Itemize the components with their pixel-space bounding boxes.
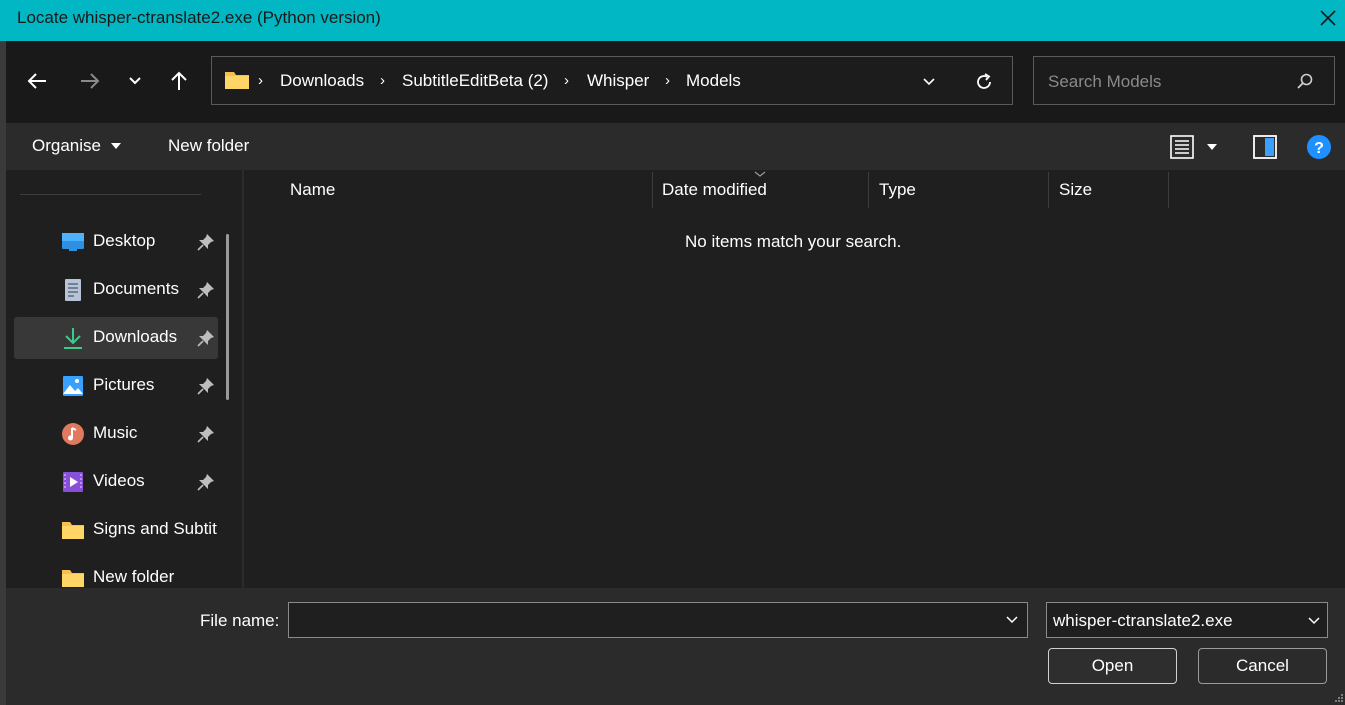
downloads-icon [64,328,82,349]
column-separator[interactable] [868,172,869,208]
pin-icon [197,330,214,347]
breadcrumb-separator: › [258,72,263,89]
column-separator[interactable] [1048,172,1049,208]
file-name-label: File name: [200,611,280,630]
sidebar-item-pictures[interactable]: Pictures [14,365,218,407]
breadcrumb-separator: › [564,72,569,89]
window-title: Locate whisper-ctranslate2.exe (Python v… [17,8,381,27]
command-bar: Organise New folder ? [6,123,1345,170]
sidebar-item-music[interactable]: Music [14,413,218,455]
address-bar[interactable]: › Downloads › SubtitleEditBeta (2) › Whi… [211,56,1013,105]
column-header-type[interactable]: Type [879,180,916,200]
breadcrumb-models[interactable]: Models [686,71,741,91]
arrow-right-icon [81,73,100,89]
sidebar-item-label: Music [93,423,138,442]
pictures-icon [63,376,83,396]
sidebar-item-documents[interactable]: Documents [14,269,218,311]
organise-button[interactable]: Organise [32,136,122,156]
up-button[interactable] [165,66,193,96]
folder-icon [62,570,84,587]
help-button[interactable]: ? [1305,133,1333,161]
svg-text:?: ? [1314,140,1324,157]
close-button[interactable] [1310,0,1345,36]
new-folder-button[interactable]: New folder [168,136,249,156]
sidebar-item-signs-and-subtitles[interactable]: Signs and Subtit [14,509,218,551]
search-box [1033,56,1335,105]
close-icon [1319,10,1336,26]
column-header-name[interactable]: Name [290,180,335,200]
breadcrumb-separator: › [665,72,670,89]
column-separator[interactable] [1168,172,1169,208]
folder-icon [225,72,249,89]
search-input[interactable] [1046,69,1290,95]
column-header-date-modified[interactable]: Date modified [662,180,767,200]
folder-icon [62,522,84,539]
caret-down-icon [110,143,121,149]
pin-icon [197,474,214,491]
chevron-down-icon [129,77,141,85]
sidebar-item-label: Pictures [93,375,155,394]
arrow-left-icon [27,73,46,89]
help-icon: ? [1307,135,1331,159]
organise-label: Organise [32,136,101,155]
sidebar-item-label: Downloads [93,327,178,346]
sidebar-scrollbar[interactable] [226,234,229,400]
column-header-size[interactable]: Size [1059,180,1092,200]
recent-locations-button[interactable] [122,66,148,96]
sidebar-item-label: Signs and Subtit [93,519,217,538]
documents-icon [65,279,81,301]
breadcrumb-subtitleeditbeta[interactable]: SubtitleEditBeta (2) [402,71,548,91]
file-name-dropdown-button[interactable] [1001,609,1023,631]
sidebar-item-downloads[interactable]: Downloads [14,317,218,359]
sidebar-item-label: Videos [93,471,145,490]
view-dropdown-button[interactable] [1203,135,1221,159]
view-options-button[interactable] [1166,133,1198,161]
pin-icon [197,282,214,299]
file-type-select[interactable]: whisper-ctranslate2.exe [1046,602,1328,638]
sidebar-item-label: Documents [93,279,179,298]
sort-indicator-icon [754,171,766,177]
caret-down-icon [1207,144,1217,150]
pin-icon [197,426,214,443]
file-name-combobox [288,602,1028,638]
resize-grip-icon[interactable] [1333,692,1344,703]
preview-pane-icon [1253,135,1277,159]
chevron-down-icon [1308,617,1320,625]
breadcrumb-separator: › [380,72,385,89]
sidebar-item-label: Desktop [93,231,156,250]
address-history-button[interactable] [916,69,942,95]
cancel-button[interactable]: Cancel [1198,648,1327,684]
file-name-input[interactable] [295,609,989,633]
file-type-value: whisper-ctranslate2.exe [1053,611,1233,630]
preview-pane-button[interactable] [1251,133,1279,161]
back-button[interactable] [22,66,52,96]
sidebar-item-new-folder[interactable]: New folder [14,557,218,588]
search-icon [1297,73,1313,89]
chevron-down-icon [1006,616,1018,624]
chevron-down-icon [923,78,935,86]
details-view-icon [1170,135,1194,159]
empty-state-message: No items match your search. [685,232,902,251]
sidebar-divider [20,194,201,195]
refresh-icon [977,73,991,89]
navigation-pane: Desktop Documents Downloads Pictures Mus… [6,170,242,588]
sidebar-item-videos[interactable]: Videos [14,461,218,503]
refresh-button[interactable] [970,68,998,96]
music-icon [62,423,84,445]
sidebar-item-label: New folder [93,567,175,586]
pin-icon [197,378,214,395]
column-separator[interactable] [652,172,653,208]
videos-icon [63,472,83,492]
pin-icon [197,234,214,251]
breadcrumb-whisper[interactable]: Whisper [587,71,649,91]
open-button[interactable]: Open [1048,648,1177,684]
arrow-up-icon [171,71,187,90]
forward-button[interactable] [75,66,105,96]
breadcrumb-downloads[interactable]: Downloads [280,71,364,91]
sidebar-item-desktop[interactable]: Desktop [14,221,218,263]
desktop-icon [62,233,84,251]
